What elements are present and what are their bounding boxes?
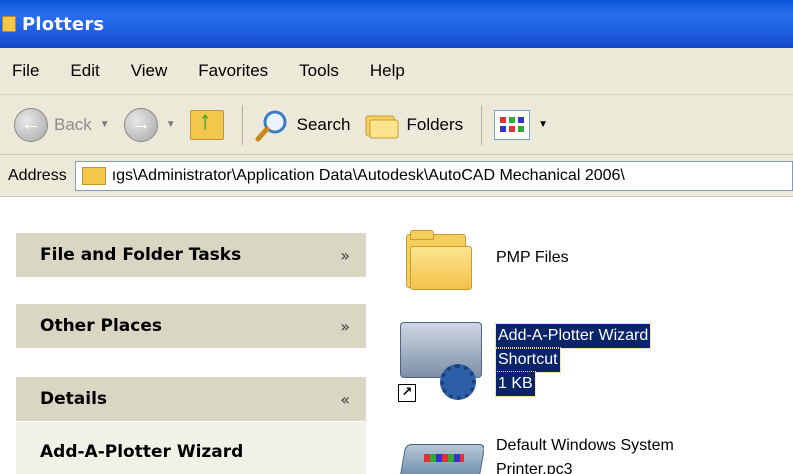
folders-label: Folders <box>406 114 464 134</box>
views-icon <box>494 109 531 140</box>
folders-button[interactable]: Folders <box>364 110 463 140</box>
toolbar-separator <box>241 104 243 145</box>
menu-view[interactable]: View <box>131 61 168 81</box>
up-folder-button[interactable] <box>189 105 224 140</box>
file-item-pmp-files[interactable]: PMP Files <box>406 230 569 290</box>
details-name: Add-A-Plotter Wizard <box>40 442 244 462</box>
file-size: 1 KB <box>495 371 536 397</box>
file-item-default-windows-printer[interactable]: Default Windows System Printer.pc3 <box>398 430 674 474</box>
file-label: Default Windows System Printer.pc3 <box>496 434 674 474</box>
back-arrow-icon: ← <box>14 107 48 142</box>
window-title: Plotters <box>22 13 105 35</box>
file-name-line2: Printer.pc3 <box>496 461 573 474</box>
shortcut-arrow-icon: ↗ <box>398 384 416 402</box>
content-area: File and Folder Tasks » Other Places » D… <box>0 197 793 474</box>
panel-details[interactable]: Details « <box>16 377 366 421</box>
toolbar-separator <box>481 104 483 145</box>
address-label: Address <box>8 166 67 184</box>
chevron-double-down-icon[interactable]: » <box>340 317 350 336</box>
menu-bar: File Edit View Favorites Tools Help <box>0 48 793 95</box>
forward-button[interactable]: → ▼ <box>123 107 176 142</box>
details-body: Add-A-Plotter Wizard <box>16 422 366 474</box>
folder-icon <box>81 166 106 185</box>
back-button[interactable]: ← Back ▼ <box>14 107 110 142</box>
panel-title: Other Places <box>40 316 162 336</box>
file-name-line1: Default Windows System <box>496 437 674 454</box>
search-label: Search <box>296 114 351 134</box>
file-type: Shortcut <box>495 347 561 373</box>
address-bar: Address ıgs\Administrator\Application Da… <box>0 155 793 197</box>
file-label-selected: Add-A-Plotter Wizard Shortcut 1 KB <box>494 323 652 397</box>
forward-arrow-icon: → <box>123 107 158 142</box>
folders-icon <box>365 115 399 138</box>
printer-icon <box>398 430 484 474</box>
chevron-down-icon[interactable]: ▼ <box>166 119 176 130</box>
menu-file[interactable]: File <box>12 61 39 81</box>
plotter-wizard-icon: ↗ <box>398 318 484 404</box>
address-input[interactable]: ıgs\Administrator\Application Data\Autod… <box>74 160 793 191</box>
file-name: PMP Files <box>496 249 569 266</box>
panel-title: Details <box>40 389 108 409</box>
chevron-down-icon[interactable]: ▼ <box>100 119 110 130</box>
file-item-add-a-plotter-wizard[interactable]: ↗ Add-A-Plotter Wizard Shortcut 1 KB <box>398 318 652 404</box>
chevron-down-icon[interactable]: ▼ <box>538 119 548 130</box>
panel-other-places[interactable]: Other Places » <box>16 304 366 348</box>
title-bar: Plotters <box>0 0 793 48</box>
address-path: ıgs\Administrator\Application Data\Autod… <box>111 166 625 184</box>
menu-help[interactable]: Help <box>370 61 405 81</box>
chevron-double-down-icon[interactable]: » <box>340 246 350 265</box>
up-folder-icon <box>189 105 224 140</box>
panel-title: File and Folder Tasks <box>40 245 242 265</box>
search-button[interactable]: Search <box>255 108 351 142</box>
search-icon <box>255 110 287 141</box>
back-label: Back <box>54 114 92 134</box>
folder-icon <box>406 230 472 290</box>
folder-icon <box>2 16 16 32</box>
menu-edit[interactable]: Edit <box>70 61 99 81</box>
panel-file-folder-tasks[interactable]: File and Folder Tasks » <box>16 233 366 277</box>
file-name-line1: Add-A-Plotter Wizard <box>494 323 652 349</box>
menu-favorites[interactable]: Favorites <box>198 61 268 81</box>
toolbar: ← Back ▼ → ▼ Search Folders ▼ <box>0 95 793 155</box>
views-button[interactable]: ▼ <box>494 109 548 140</box>
menu-tools[interactable]: Tools <box>299 61 339 81</box>
chevron-double-up-icon[interactable]: « <box>340 390 350 409</box>
